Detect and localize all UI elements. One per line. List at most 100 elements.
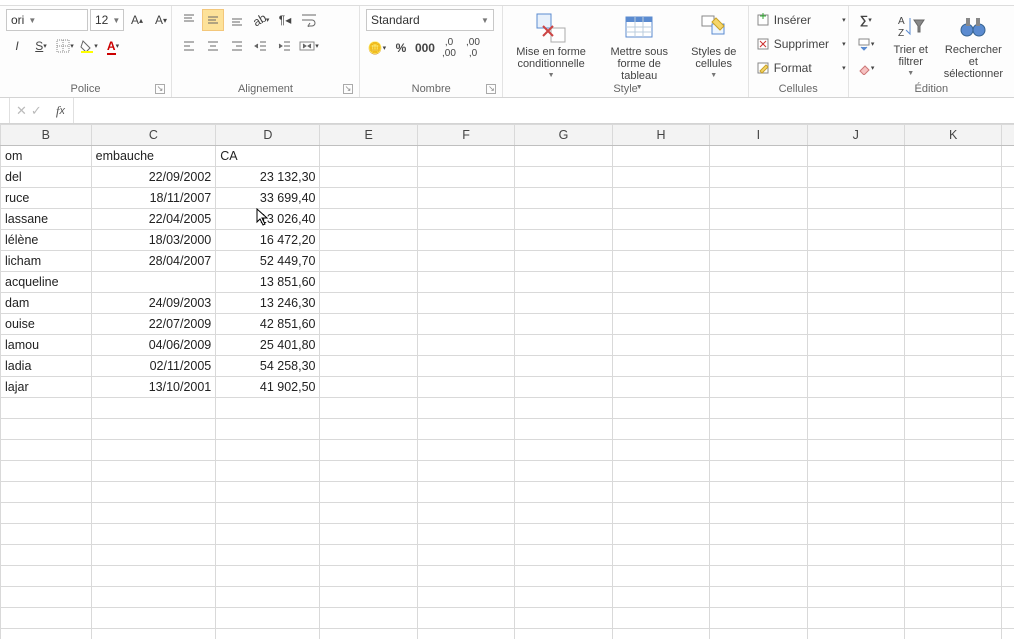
cell[interactable]: acqueline	[1, 272, 92, 293]
insert-cells-button[interactable]: Insérer▾	[755, 9, 847, 31]
cell[interactable]	[612, 251, 709, 272]
cell[interactable]	[417, 356, 514, 377]
cell[interactable]: lamou	[1, 335, 92, 356]
cell[interactable]	[807, 545, 904, 566]
cell[interactable]	[515, 503, 612, 524]
cell[interactable]: 13/10/2001	[91, 377, 216, 398]
cell[interactable]	[807, 209, 904, 230]
cell[interactable]	[710, 377, 807, 398]
cell[interactable]	[905, 503, 1002, 524]
column-header-B[interactable]: B	[1, 125, 92, 146]
cell[interactable]	[1002, 251, 1014, 272]
column-header-L[interactable]: L	[1002, 125, 1014, 146]
cell[interactable]	[710, 272, 807, 293]
cell[interactable]	[417, 440, 514, 461]
cell[interactable]: 23 132,30	[216, 167, 320, 188]
decrease-font-icon[interactable]: A▾	[150, 9, 172, 31]
cell[interactable]	[1002, 419, 1014, 440]
cell[interactable]	[515, 524, 612, 545]
cell[interactable]	[612, 272, 709, 293]
cell[interactable]: dam	[1, 293, 92, 314]
cell[interactable]	[216, 440, 320, 461]
cell[interactable]	[612, 146, 709, 167]
dialog-launcher-icon[interactable]: ↘	[343, 84, 353, 94]
cell[interactable]	[1, 524, 92, 545]
cell[interactable]	[320, 314, 417, 335]
cell[interactable]	[320, 251, 417, 272]
cell[interactable]	[1002, 566, 1014, 587]
cell[interactable]	[91, 545, 216, 566]
decrease-decimal-button[interactable]: ,00,0	[462, 37, 484, 59]
cell[interactable]	[417, 566, 514, 587]
cell[interactable]	[612, 356, 709, 377]
cell[interactable]	[710, 167, 807, 188]
tab-insertion[interactable]: INSERTION	[8, 0, 70, 3]
align-right-button[interactable]	[226, 35, 248, 57]
cell[interactable]	[1, 419, 92, 440]
cell[interactable]	[807, 440, 904, 461]
cell[interactable]	[216, 419, 320, 440]
cell[interactable]: 54 258,30	[216, 356, 320, 377]
cell[interactable]	[807, 356, 904, 377]
cell[interactable]	[320, 188, 417, 209]
cell[interactable]	[905, 293, 1002, 314]
column-headers[interactable]: BCDEFGHIJKL	[1, 125, 1014, 146]
cell[interactable]	[1, 587, 92, 608]
cell[interactable]	[612, 398, 709, 419]
cell[interactable]	[807, 398, 904, 419]
cell[interactable]	[515, 314, 612, 335]
orientation-button[interactable]: ab▾	[250, 9, 272, 31]
cell[interactable]	[91, 524, 216, 545]
cell[interactable]	[320, 524, 417, 545]
font-name-combo[interactable]: ori ▼	[6, 9, 88, 31]
cell[interactable]	[710, 440, 807, 461]
cell[interactable]	[1002, 629, 1014, 639]
cell[interactable]	[710, 188, 807, 209]
cell[interactable]	[1002, 545, 1014, 566]
cell[interactable]: 28/04/2007	[91, 251, 216, 272]
cell[interactable]	[515, 251, 612, 272]
cell[interactable]	[320, 482, 417, 503]
cell[interactable]	[807, 629, 904, 639]
cell[interactable]	[807, 188, 904, 209]
cell[interactable]	[417, 419, 514, 440]
cell[interactable]	[515, 377, 612, 398]
cell[interactable]	[320, 209, 417, 230]
cell[interactable]	[1002, 146, 1014, 167]
cell[interactable]	[417, 524, 514, 545]
cell[interactable]	[612, 566, 709, 587]
cell[interactable]	[417, 587, 514, 608]
cell[interactable]	[320, 440, 417, 461]
cell[interactable]	[417, 272, 514, 293]
conditional-formatting-button[interactable]: Mise en forme conditionnelle ▼	[509, 9, 592, 75]
cell[interactable]: 22/07/2009	[91, 314, 216, 335]
cell[interactable]	[515, 419, 612, 440]
cell[interactable]	[612, 482, 709, 503]
cell[interactable]	[1002, 335, 1014, 356]
sort-filter-button[interactable]: AZ Trier et filtrer ▼	[887, 9, 935, 75]
cell[interactable]	[905, 272, 1002, 293]
cell[interactable]	[1, 566, 92, 587]
cancel-formula-icon[interactable]: ✕	[16, 103, 27, 119]
cell[interactable]	[320, 461, 417, 482]
align-left-button[interactable]	[178, 35, 200, 57]
align-center-button[interactable]	[202, 35, 224, 57]
cell[interactable]	[807, 461, 904, 482]
cell[interactable]	[515, 482, 612, 503]
cell[interactable]	[710, 293, 807, 314]
cell[interactable]	[1002, 314, 1014, 335]
cell[interactable]	[1002, 356, 1014, 377]
cell[interactable]	[91, 482, 216, 503]
cell[interactable]	[710, 608, 807, 629]
cell[interactable]	[1002, 461, 1014, 482]
cell[interactable]	[612, 461, 709, 482]
increase-decimal-button[interactable]: ,0,00	[438, 37, 460, 59]
cell[interactable]	[417, 545, 514, 566]
column-header-F[interactable]: F	[417, 125, 514, 146]
cell[interactable]	[905, 314, 1002, 335]
cell[interactable]	[216, 461, 320, 482]
tab-developpeur[interactable]: DÉVELOPPEUR	[501, 0, 587, 3]
cell[interactable]	[710, 335, 807, 356]
cell[interactable]	[905, 566, 1002, 587]
cell[interactable]	[216, 566, 320, 587]
